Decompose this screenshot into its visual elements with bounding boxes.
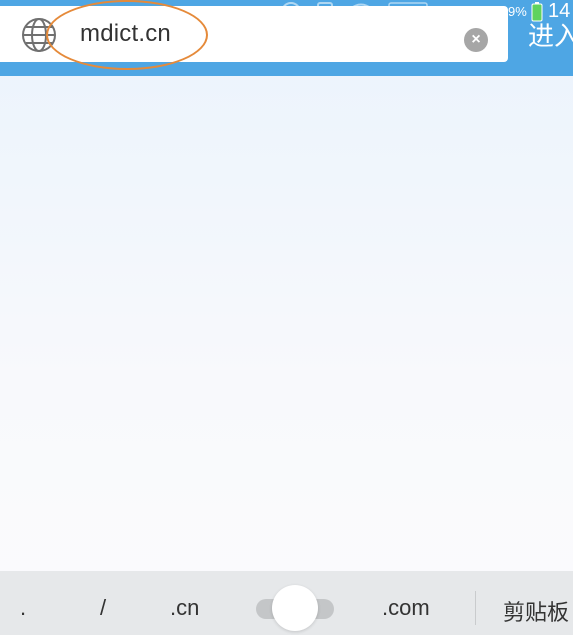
suggestion-slash[interactable]: /: [100, 595, 106, 621]
suggestion-bar: . / .cn .com 剪贴板: [0, 571, 573, 635]
address-bar[interactable]: mdict.cn ×: [0, 6, 508, 62]
suggestion-com[interactable]: .com: [382, 595, 430, 621]
suggestion-dot[interactable]: .: [20, 595, 26, 621]
cursor-slider-handle[interactable]: [272, 585, 318, 631]
top-bar: 9% 14 mdict.cn × 进入: [0, 0, 573, 76]
divider: [475, 591, 476, 625]
enter-button[interactable]: 进入: [528, 16, 573, 53]
clear-icon[interactable]: ×: [464, 28, 488, 52]
globe-icon: [20, 16, 58, 54]
clipboard-button[interactable]: 剪贴板: [503, 595, 569, 627]
url-input[interactable]: mdict.cn: [80, 20, 171, 48]
suggestion-cn[interactable]: .cn: [170, 595, 199, 621]
battery-percent: 9%: [508, 4, 527, 19]
